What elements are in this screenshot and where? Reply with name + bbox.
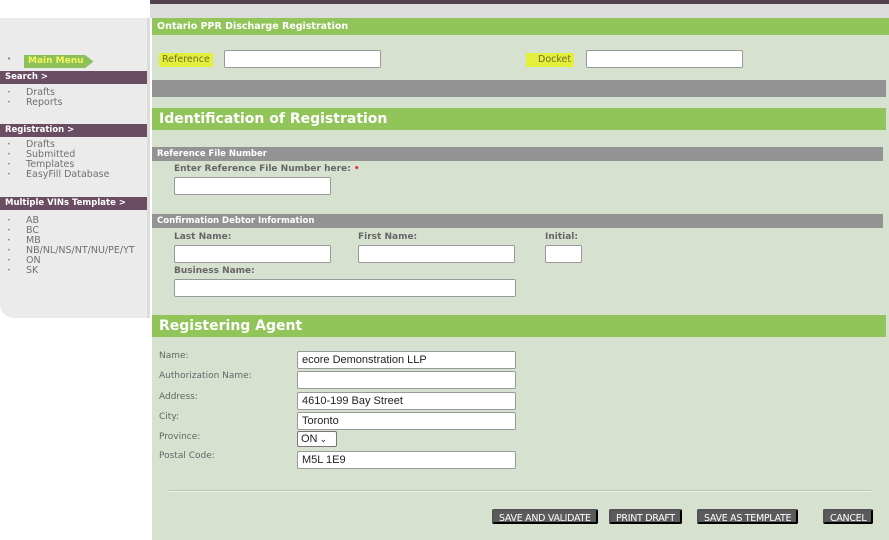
separator-bar — [152, 80, 886, 97]
sidebar-item-vin-sk[interactable]: SK — [0, 266, 147, 277]
agent-name-label: Name: — [159, 351, 189, 361]
ref-file-label-text: Enter Reference File Number here: — [174, 164, 351, 174]
cancel-button[interactable]: CANCEL — [823, 509, 874, 524]
province-select[interactable]: ON ⌄ — [297, 431, 337, 447]
authorization-name-label: Authorization Name: — [159, 371, 252, 381]
sidebar-item-search-drafts[interactable]: Drafts — [0, 88, 147, 99]
sidebar-list-vins: AB BC MB NB/NL/NS/NT/NU/PE/YT ON SK — [0, 216, 147, 277]
save-as-template-button[interactable]: SAVE AS TEMPLATE — [697, 509, 799, 524]
bullet-icon: • — [7, 55, 12, 63]
business-name-label: Business Name: — [174, 266, 255, 276]
divider — [169, 490, 871, 492]
print-draft-button[interactable]: PRINT DRAFT — [609, 509, 682, 524]
docket-label: Docket — [526, 53, 575, 67]
section-title-identification: Identification of Registration — [152, 108, 886, 130]
sidebar-item-vin-on[interactable]: ON — [0, 256, 147, 267]
debtor-header: Confirmation Debtor Information — [152, 214, 883, 228]
authorization-name-input[interactable] — [297, 371, 516, 389]
top-gray-bar — [150, 4, 889, 18]
sidebar-header-registration[interactable]: Registration > — [0, 124, 147, 137]
last-name-input[interactable] — [174, 245, 331, 263]
first-name-label: First Name: — [358, 232, 418, 242]
reference-input[interactable] — [224, 50, 381, 68]
sidebar-item-vin-bc[interactable]: BC — [0, 226, 147, 237]
address-label: Address: — [159, 392, 198, 402]
sidebar-list-registration: Drafts Submitted Templates EasyFill Data… — [0, 140, 147, 181]
sidebar-header-vins[interactable]: Multiple VINs Template > — [0, 197, 147, 210]
city-label: City: — [159, 412, 180, 422]
chevron-down-icon: ⌄ — [319, 434, 328, 444]
sidebar-item-search-reports[interactable]: Reports — [0, 98, 147, 109]
initial-input[interactable] — [545, 245, 582, 263]
postal-code-input[interactable] — [297, 451, 516, 469]
docket-input[interactable] — [586, 50, 743, 68]
sidebar-item-vin-nb[interactable]: NB/NL/NS/NT/NU/PE/YT — [0, 246, 147, 257]
main-panel: Ontario PPR Discharge Registration Refer… — [152, 18, 889, 540]
sidebar-list-search: Drafts Reports — [0, 88, 147, 109]
first-name-input[interactable] — [358, 245, 515, 263]
ref-file-header: Reference File Number — [152, 147, 883, 161]
sidebar: • Main Menu Search > Drafts Reports Regi… — [0, 18, 150, 318]
province-label: Province: — [159, 432, 201, 442]
section-title-agent: Registering Agent — [152, 315, 886, 337]
address-input[interactable] — [297, 392, 516, 410]
save-and-validate-button[interactable]: SAVE AND VALIDATE — [492, 509, 598, 524]
postal-code-label: Postal Code: — [159, 451, 215, 461]
sidebar-item-reg-easyfill[interactable]: EasyFill Database — [0, 170, 147, 181]
agent-name-input[interactable] — [297, 351, 516, 369]
reference-label: Reference — [159, 53, 213, 67]
main-menu-row: • Main Menu — [0, 55, 150, 69]
ref-file-input[interactable] — [174, 177, 331, 195]
province-value: ON — [301, 433, 318, 445]
business-name-input[interactable] — [174, 279, 516, 297]
sidebar-header-search[interactable]: Search > — [0, 71, 147, 84]
main-menu-link[interactable]: Main Menu — [24, 55, 94, 68]
city-input[interactable] — [297, 412, 516, 430]
initial-label: Initial: — [545, 232, 578, 242]
required-marker: • — [353, 164, 360, 174]
ref-file-label: Enter Reference File Number here: • — [174, 164, 360, 175]
sidebar-item-vin-ab[interactable]: AB — [0, 216, 147, 227]
last-name-label: Last Name: — [174, 232, 232, 242]
page-title: Ontario PPR Discharge Registration — [152, 18, 889, 35]
